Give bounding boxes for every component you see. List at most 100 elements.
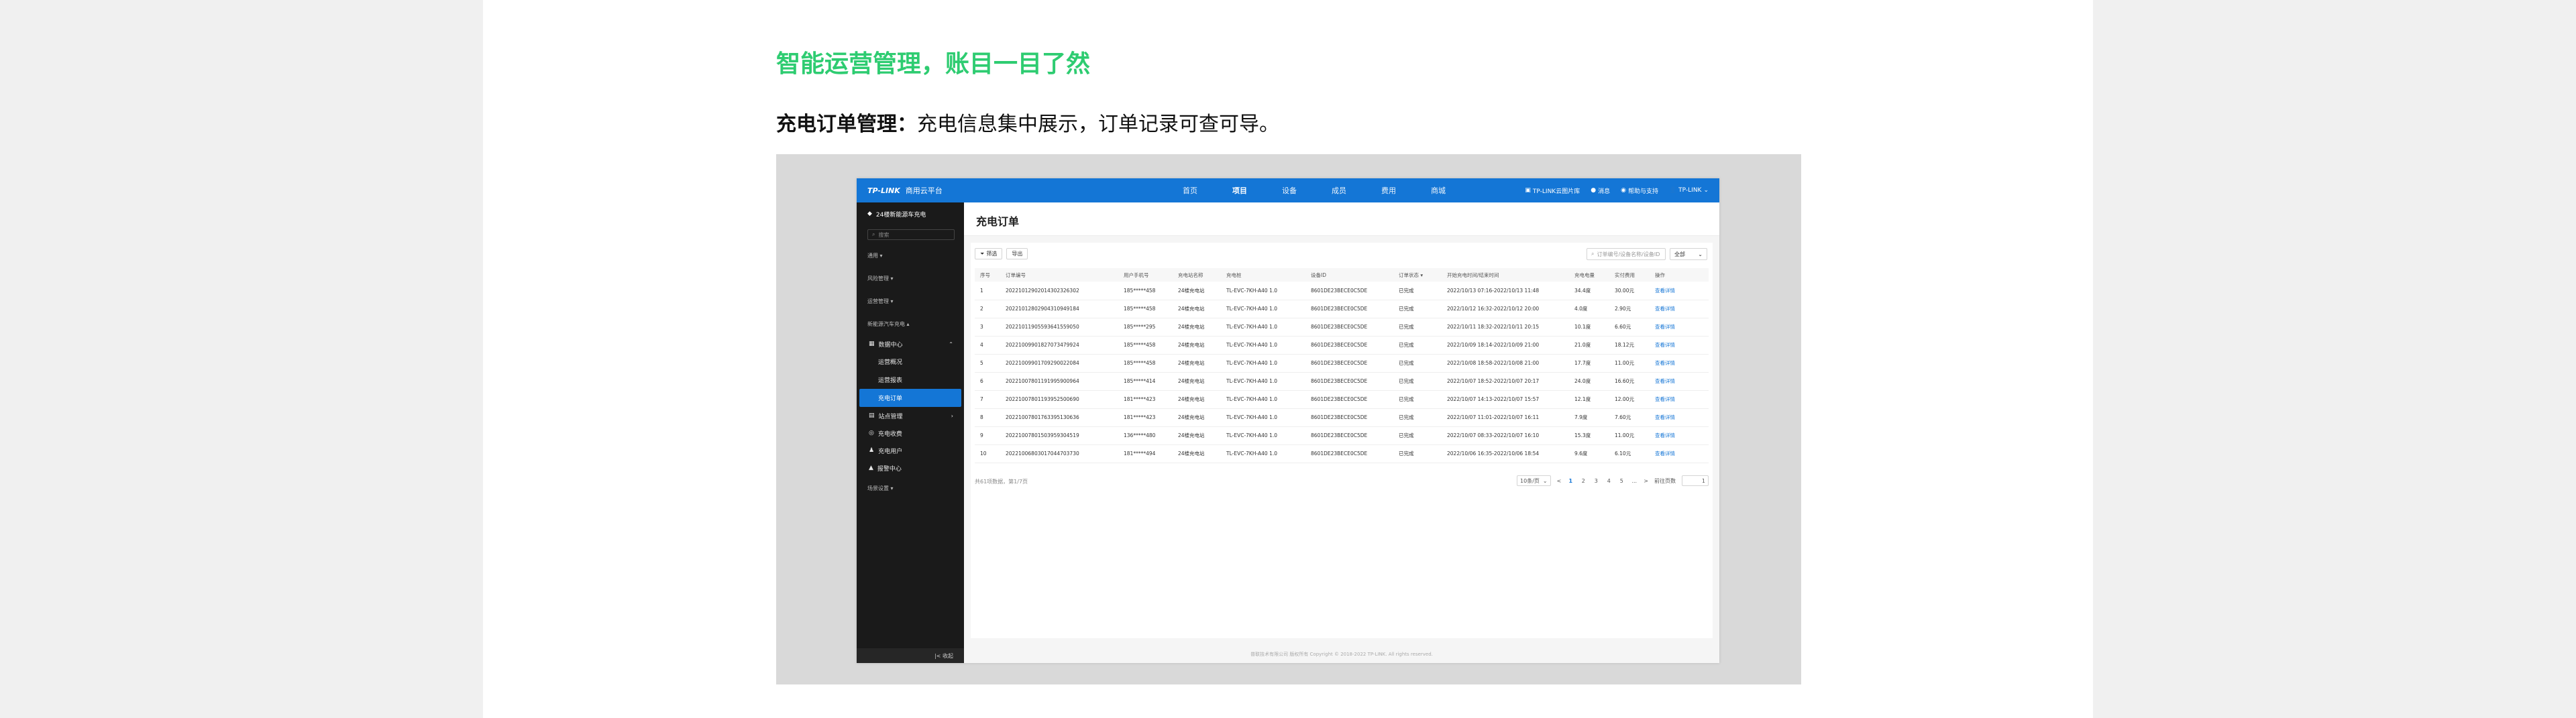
table-row: 10 20221006803017044703730 181*****494 24楼充… <box>975 444 1709 463</box>
copyright-footer: 普联技术有限公司 版权所有 Copyright © 2018-2022 TP-L… <box>1250 652 1433 657</box>
table-cell: 8601DE23BECE0C5DE <box>1305 426 1393 445</box>
sidebar-item-data-center[interactable]: ▦ 数据中心 ⌃ <box>857 335 964 353</box>
status-select[interactable]: 全部 ⌄ <box>1670 248 1707 260</box>
sidebar-item-alarms[interactable]: ▲ 报警中心 <box>857 459 964 477</box>
table-row: 1 20221012902014302326302 185*****458 24楼充电… <box>975 282 1709 300</box>
view-details-link[interactable]: 查看详情 <box>1650 390 1709 409</box>
brand[interactable]: TP-LINK 商用云平台 <box>867 178 943 202</box>
search-icon: ⌕ <box>1591 251 1595 257</box>
table-cell: 15.3度 <box>1569 426 1609 445</box>
table-cell: 18.12元 <box>1609 336 1650 355</box>
table-cell: 11.00元 <box>1609 426 1650 445</box>
view-details-link[interactable]: 查看详情 <box>1650 408 1709 427</box>
sidebar-group-operation[interactable]: 运营管理 ▾ <box>857 290 964 312</box>
nav-item-5[interactable]: 商城 <box>1413 185 1463 196</box>
page-number[interactable]: 1 <box>1567 478 1574 484</box>
table-cell: 已完成 <box>1393 300 1442 318</box>
sidebar-group-ev-charging[interactable]: 新能源汽车充电 ▴ <box>857 312 964 335</box>
next-page-button[interactable]: > <box>1644 478 1648 484</box>
collapse-sidebar-button[interactable]: |< 收起 <box>857 648 964 663</box>
sidebar-item-overview[interactable]: 运营概况 <box>857 353 964 371</box>
table-cell: 185*****458 <box>1118 282 1173 300</box>
table-cell: 已完成 <box>1393 372 1442 391</box>
column-header: 开始充电时间/结束时间 <box>1442 268 1569 282</box>
table-cell: 16.60元 <box>1609 372 1650 391</box>
view-details-link[interactable]: 查看详情 <box>1650 372 1709 391</box>
table-cell: 6.60元 <box>1609 318 1650 337</box>
collapse-icon: |< <box>934 652 941 659</box>
sidebar-search-input[interactable]: ⌕ 搜索 <box>867 229 955 240</box>
table-cell: TL-EVC-7KH-A40 1.0 <box>1221 444 1305 463</box>
chevron-right-icon: › <box>951 412 953 419</box>
app-window: TP-LINK 商用云平台 首页 项目 设备 成员 费用 商城 ▣ TP-LINK云图片库 … <box>857 178 1719 663</box>
table-cell: 20221006803017044703730 <box>1000 444 1118 463</box>
intro-rest: 充电信息集中展示，订单记录可查可导。 <box>917 113 1279 136</box>
station-icon: ▤ <box>869 412 875 419</box>
table-cell: 已完成 <box>1393 354 1442 373</box>
prev-page-button[interactable]: < <box>1557 478 1562 484</box>
page-size-select[interactable]: 10条/页 ⌄ <box>1517 475 1551 486</box>
page-number[interactable]: 4 <box>1605 478 1612 484</box>
table-cell: 34.4度 <box>1569 282 1609 300</box>
table-cell: 24楼充电站 <box>1173 426 1221 445</box>
messages-link[interactable]: ● 消息 <box>1591 186 1610 195</box>
top-right-tools: ▣ TP-LINK云图片库 ● 消息 ◉ 帮助与支持 👤 TP-LINK ⌄ <box>1525 178 1709 202</box>
nav-item-1[interactable]: 项目 <box>1215 185 1265 196</box>
nav-item-0[interactable]: 首页 <box>1165 185 1215 196</box>
view-details-link[interactable]: 查看详情 <box>1650 336 1709 355</box>
sidebar-item-billing[interactable]: ◎ 充电收费 <box>857 424 964 442</box>
table-cell: 10.1度 <box>1569 318 1609 337</box>
column-header: 充电电量 <box>1569 268 1609 282</box>
table-row: 3 20221011905593641559050 185*****295 24楼充电… <box>975 318 1709 337</box>
table-cell: 6.10元 <box>1609 444 1650 463</box>
table-cell: 7.9度 <box>1569 408 1609 427</box>
table-cell: 4.0度 <box>1569 300 1609 318</box>
view-details-link[interactable]: 查看详情 <box>1650 318 1709 337</box>
table-cell: 2 <box>975 300 1000 318</box>
nav-item-2[interactable]: 设备 <box>1265 185 1314 196</box>
orders-table: 序号 订单编号 用户手机号 充电站名称 充电桩 设备ID 订单状态 ▾ 开始充电时间/结束时间… <box>975 268 1709 463</box>
table-cell: 24楼充电站 <box>1173 300 1221 318</box>
user-menu[interactable]: 👤 TP-LINK ⌄ <box>1669 187 1709 194</box>
page-number[interactable]: 5 <box>1618 478 1625 484</box>
sidebar-item-report[interactable]: 运营报表 <box>857 371 964 389</box>
sidebar-item-charging-orders[interactable]: 充电订单 <box>859 389 961 407</box>
sidebar-group-settings[interactable]: 场景设置 ▾ <box>857 477 964 499</box>
site-selector[interactable]: ◆ 24楼新能源车充电 <box>857 202 964 225</box>
table-cell: 24楼充电站 <box>1173 282 1221 300</box>
column-header[interactable]: 订单状态 ▾ <box>1393 268 1442 282</box>
table-cell: 24楼充电站 <box>1173 444 1221 463</box>
order-search-input[interactable]: ⌕ 订单编号/设备名称/设备ID <box>1587 248 1666 260</box>
view-details-link[interactable]: 查看详情 <box>1650 426 1709 445</box>
table-cell: 2022/10/13 07:16-2022/10/13 11:48 <box>1442 282 1569 300</box>
column-header: 用户手机号 <box>1118 268 1173 282</box>
table-cell: 24楼充电站 <box>1173 336 1221 355</box>
table-cell: 已完成 <box>1393 282 1442 300</box>
view-details-link[interactable]: 查看详情 <box>1650 300 1709 318</box>
sidebar-group-risk[interactable]: 风险管理 ▾ <box>857 267 964 290</box>
page-number[interactable]: ... <box>1631 478 1638 484</box>
page-number[interactable]: 2 <box>1580 478 1587 484</box>
help-link[interactable]: ◉ 帮助与支持 <box>1621 186 1658 195</box>
sidebar-group-general[interactable]: 通用 ▾ <box>857 244 964 267</box>
view-details-link[interactable]: 查看详情 <box>1650 282 1709 300</box>
table-cell: 185*****458 <box>1118 336 1173 355</box>
table-row: 6 20221007801191995900964 185*****414 24楼充电… <box>975 372 1709 391</box>
sidebar-item-site-mgmt[interactable]: ▤ 站点管理 › <box>857 407 964 424</box>
sidebar-item-users[interactable]: ♟ 充电用户 <box>857 442 964 459</box>
nav-item-3[interactable]: 成员 <box>1314 185 1364 196</box>
cloud-album-link[interactable]: ▣ TP-LINK云图片库 <box>1525 186 1580 195</box>
page-header: 充电订单 <box>964 202 1719 236</box>
table-cell: 20221012802904310949184 <box>1000 300 1118 318</box>
export-button[interactable]: 导出 <box>1006 248 1028 259</box>
table-cell: 181*****494 <box>1118 444 1173 463</box>
nav-item-4[interactable]: 费用 <box>1364 185 1413 196</box>
view-details-link[interactable]: 查看详情 <box>1650 444 1709 463</box>
view-details-link[interactable]: 查看详情 <box>1650 354 1709 373</box>
table-cell: 181*****423 <box>1118 390 1173 409</box>
filter-button[interactable]: ⏷ 筛选 <box>975 248 1003 259</box>
jump-page-input[interactable]: 1 <box>1682 475 1709 486</box>
orders-card: ⏷ 筛选 导出 ⌕ 订单编号/设备名称/设备ID 全部 ⌄ 序号 订单编号 用户手机号 充电… <box>971 243 1713 638</box>
table-cell: 20221012902014302326302 <box>1000 282 1118 300</box>
page-number[interactable]: 3 <box>1593 478 1599 484</box>
